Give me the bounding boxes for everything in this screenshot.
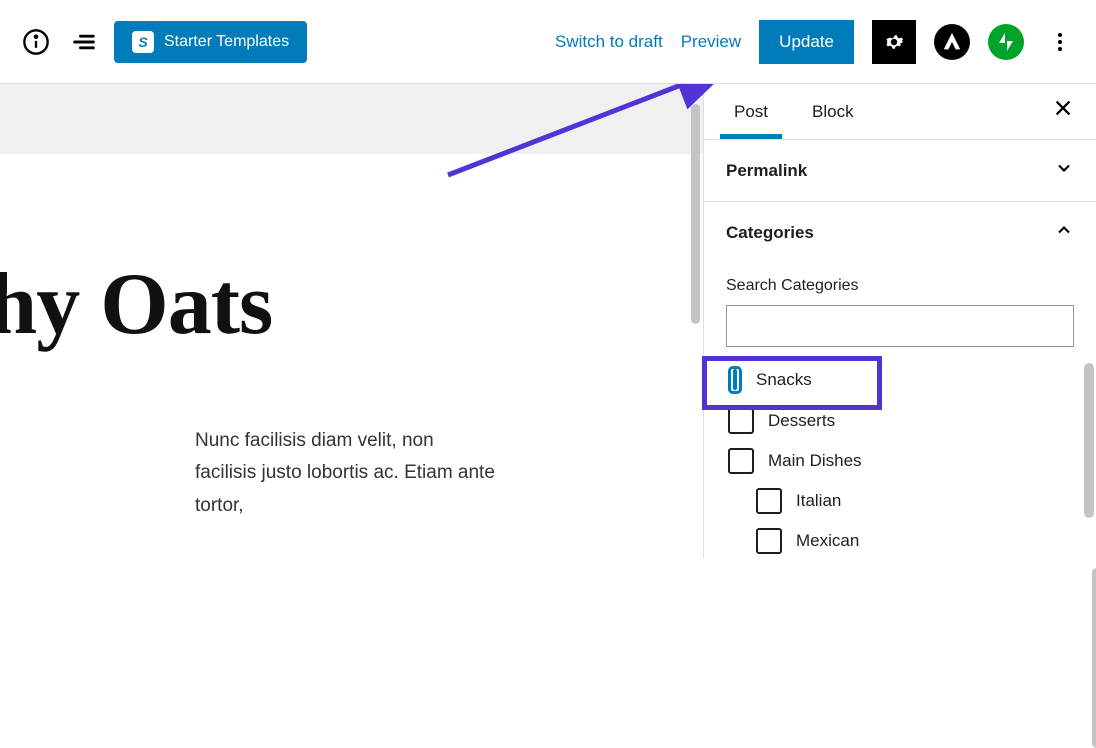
categories-label: Categories: [726, 223, 814, 243]
top-toolbar: S Starter Templates Switch to draft Prev…: [0, 0, 1096, 84]
jetpack-icon: [994, 30, 1018, 54]
close-icon: [1052, 97, 1074, 119]
editor-canvas: thy Oats Nunc facilisis diam velit, non …: [0, 84, 703, 558]
settings-button[interactable]: [872, 20, 916, 64]
categories-panel-header[interactable]: Categories: [704, 202, 1096, 263]
categories-panel-body: Search Categories Snacks Desserts Main D…: [704, 263, 1096, 571]
category-label: Mexican: [796, 531, 859, 551]
category-item-mexican[interactable]: Mexican: [726, 521, 1074, 561]
starter-templates-button[interactable]: S Starter Templates: [114, 21, 307, 63]
checkbox[interactable]: [728, 448, 754, 474]
more-options-button[interactable]: [1042, 24, 1078, 60]
category-label: Desserts: [768, 411, 835, 431]
gear-icon: [881, 29, 907, 55]
checkbox[interactable]: [728, 408, 754, 434]
switch-to-draft-button[interactable]: Switch to draft: [555, 32, 663, 52]
category-item-italian[interactable]: Italian: [726, 481, 1074, 521]
list-view-icon[interactable]: [66, 24, 102, 60]
editor-content[interactable]: thy Oats Nunc facilisis diam velit, non …: [0, 154, 703, 558]
settings-sidebar: Post Block Permalink Categories Search C…: [703, 84, 1096, 558]
category-item-snacks[interactable]: Snacks: [726, 359, 1074, 401]
permalink-label: Permalink: [726, 161, 807, 181]
starter-label: Starter Templates: [164, 33, 289, 51]
checkbox[interactable]: [756, 488, 782, 514]
toolbar-left: S Starter Templates: [18, 21, 307, 63]
search-categories-label: Search Categories: [726, 277, 1074, 295]
category-item-desserts[interactable]: Desserts: [726, 401, 1074, 441]
tab-block[interactable]: Block: [804, 86, 862, 138]
category-item-main-dishes[interactable]: Main Dishes: [726, 441, 1074, 481]
info-icon[interactable]: [18, 24, 54, 60]
category-label: Italian: [796, 491, 841, 511]
post-body[interactable]: Nunc facilisis diam velit, non facilisis…: [0, 355, 560, 522]
dots-vertical-icon: [1048, 30, 1072, 54]
post-title[interactable]: thy Oats: [0, 154, 703, 355]
main-area: thy Oats Nunc facilisis diam velit, non …: [0, 84, 1096, 558]
astra-icon: [941, 31, 963, 53]
tab-post[interactable]: Post: [726, 86, 776, 138]
category-label: Main Dishes: [768, 451, 862, 471]
chevron-down-icon: [1054, 158, 1074, 183]
starter-icon: S: [132, 31, 154, 53]
category-list: Snacks Desserts Main Dishes Italian Mexi…: [726, 359, 1074, 561]
toolbar-right: Switch to draft Preview Update: [555, 20, 1078, 64]
checkbox[interactable]: [756, 528, 782, 554]
checkbox[interactable]: [733, 369, 737, 390]
astra-button[interactable]: [934, 24, 970, 60]
close-sidebar-button[interactable]: [1052, 97, 1074, 126]
search-categories-input[interactable]: [726, 305, 1074, 347]
scrollbar[interactable]: [1084, 363, 1094, 518]
update-button[interactable]: Update: [759, 20, 854, 64]
sidebar-tabs: Post Block: [704, 84, 1096, 140]
scrollbar[interactable]: [1092, 568, 1096, 748]
chevron-up-icon: [1054, 220, 1074, 245]
scrollbar[interactable]: [691, 104, 700, 324]
permalink-panel[interactable]: Permalink: [704, 140, 1096, 202]
jetpack-button[interactable]: [988, 24, 1024, 60]
checkbox-wrap: [728, 366, 742, 394]
preview-button[interactable]: Preview: [681, 32, 741, 52]
category-label: Snacks: [756, 370, 812, 390]
